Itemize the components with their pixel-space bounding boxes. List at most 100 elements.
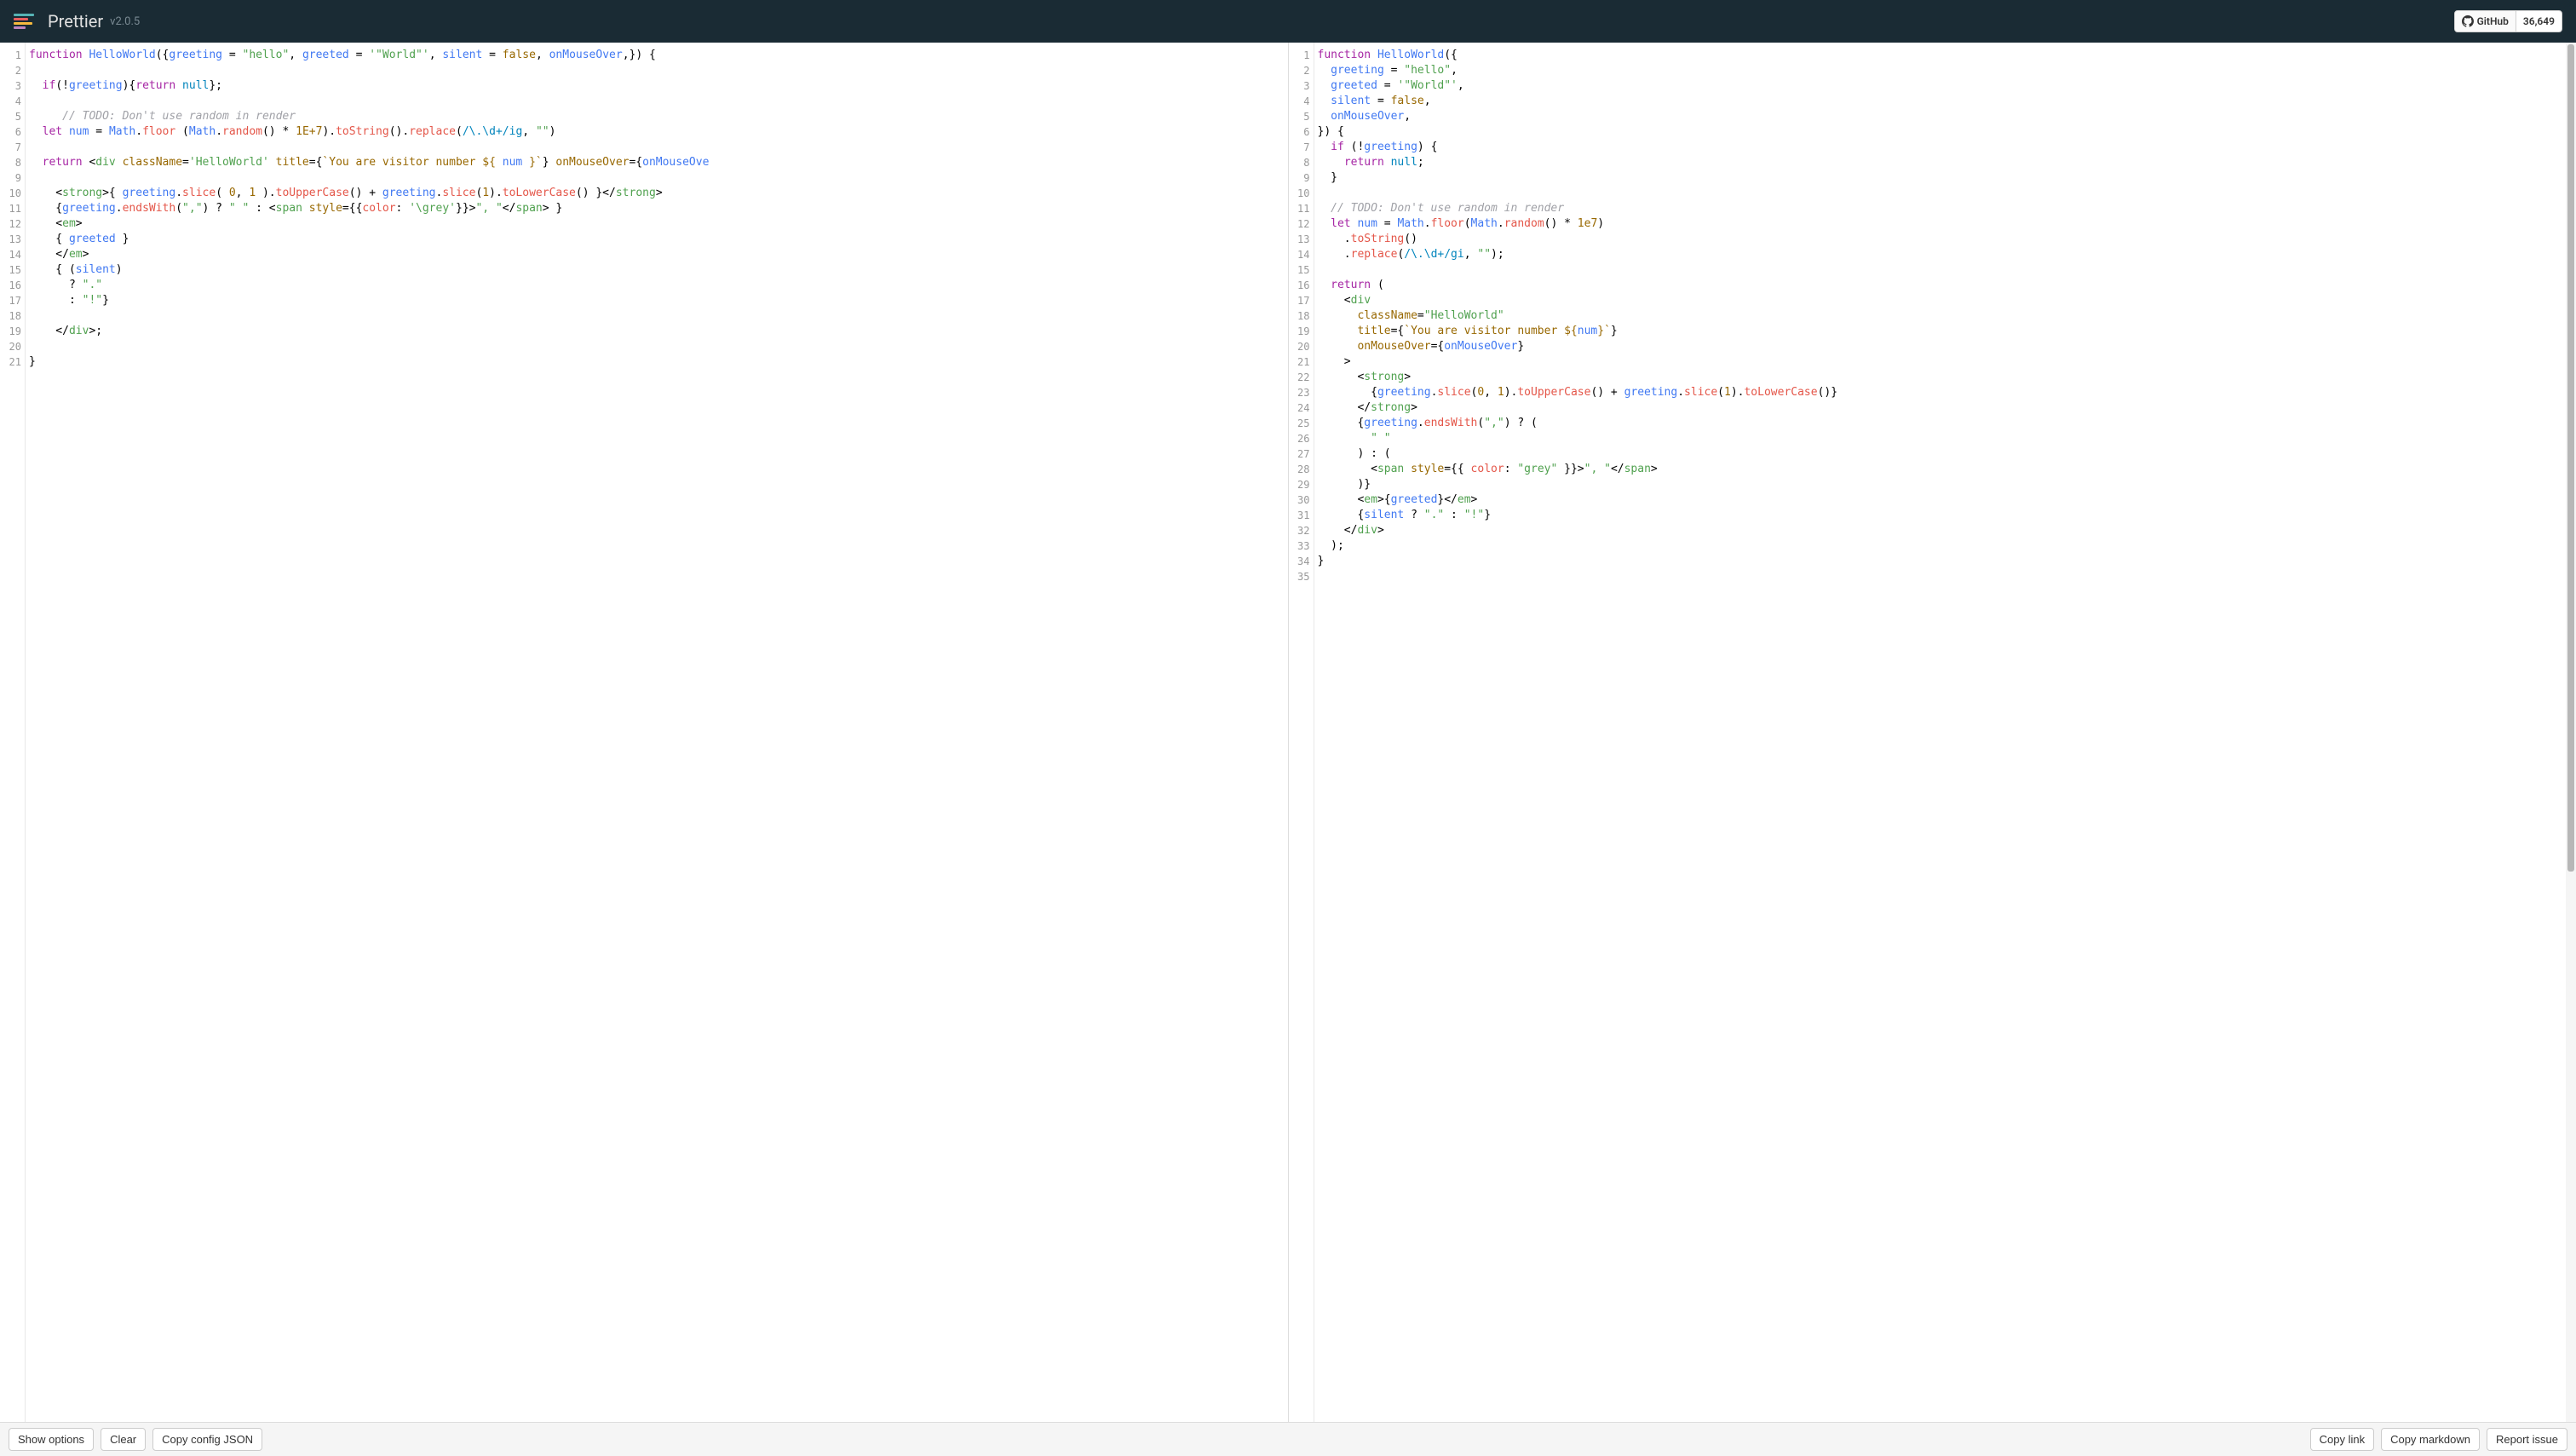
- line-number: 18: [1289, 308, 1314, 324]
- line-number: 7: [1289, 140, 1314, 155]
- code-line: { greeted }: [29, 232, 1285, 247]
- code-line: return (: [1318, 278, 2563, 293]
- line-number: 9: [0, 170, 25, 186]
- code-line: .replace(/\.\d+/gi, "");: [1318, 247, 2563, 262]
- code-line: <strong>{ greeting.slice( 0, 1 ).toUpper…: [29, 186, 1285, 201]
- line-number: 20: [0, 339, 25, 354]
- line-number: 24: [1289, 400, 1314, 416]
- line-number: 27: [1289, 446, 1314, 462]
- code-line: return <div className='HelloWorld' title…: [29, 155, 1285, 170]
- input-gutter: 123456789101112131415161718192021: [0, 43, 26, 1422]
- code-line: // TODO: Don't use random in render: [29, 109, 1285, 124]
- code-line: >: [1318, 354, 2563, 370]
- line-number: 31: [1289, 508, 1314, 523]
- line-number: 15: [1289, 262, 1314, 278]
- line-number: 7: [0, 140, 25, 155]
- copy-link-button[interactable]: Copy link: [2310, 1428, 2374, 1451]
- code-line: <span style={{ color: "grey" }}>", "</sp…: [1318, 462, 2563, 477]
- code-line: <div: [1318, 293, 2563, 308]
- code-line: [29, 170, 1285, 186]
- line-number: 3: [0, 78, 25, 94]
- code-line: if (!greeting) {: [1318, 140, 2563, 155]
- line-number: 17: [0, 293, 25, 308]
- show-options-button[interactable]: Show options: [9, 1428, 94, 1451]
- line-number: 16: [1289, 278, 1314, 293]
- code-line: {greeting.endsWith(",") ? (: [1318, 416, 2563, 431]
- input-code-editor[interactable]: function HelloWorld({greeting = "hello",…: [26, 43, 1288, 1422]
- line-number: 14: [1289, 247, 1314, 262]
- github-star-button[interactable]: GitHub 36,649: [2454, 10, 2562, 32]
- line-number: 19: [1289, 324, 1314, 339]
- line-number: 12: [0, 216, 25, 232]
- line-number: 33: [1289, 538, 1314, 554]
- output-gutter: 1234567891011121314151617181920212223242…: [1289, 43, 1314, 1422]
- code-line: let num = Math.floor (Math.random() * 1E…: [29, 124, 1285, 140]
- code-line: </div>;: [29, 324, 1285, 339]
- code-line: <strong>: [1318, 370, 2563, 385]
- code-line: if(!greeting){return null};: [29, 78, 1285, 94]
- copy-markdown-button[interactable]: Copy markdown: [2381, 1428, 2480, 1451]
- line-number: 8: [1289, 155, 1314, 170]
- code-line: title={`You are visitor number ${num}`}: [1318, 324, 2563, 339]
- code-line: [1318, 569, 2563, 584]
- code-line: className="HelloWorld": [1318, 308, 2563, 324]
- line-number: 16: [0, 278, 25, 293]
- line-number: 20: [1289, 339, 1314, 354]
- line-number: 4: [1289, 94, 1314, 109]
- code-line: }) {: [1318, 124, 2563, 140]
- output-code-view[interactable]: function HelloWorld({ greeting = "hello"…: [1314, 43, 2567, 1422]
- code-line: [29, 140, 1285, 155]
- line-number: 3: [1289, 78, 1314, 94]
- scrollbar-thumb[interactable]: [2567, 44, 2574, 872]
- code-line: [29, 308, 1285, 324]
- line-number: 2: [0, 63, 25, 78]
- code-line: }: [1318, 170, 2563, 186]
- line-number: 35: [1289, 569, 1314, 584]
- code-line: {silent ? "." : "!"}: [1318, 508, 2563, 523]
- code-line: greeting = "hello",: [1318, 63, 2563, 78]
- line-number: 34: [1289, 554, 1314, 569]
- code-line: <em>: [29, 216, 1285, 232]
- code-line: <em>{greeted}</em>: [1318, 492, 2563, 508]
- code-line: { (silent): [29, 262, 1285, 278]
- line-number: 11: [0, 201, 25, 216]
- line-number: 14: [0, 247, 25, 262]
- line-number: 25: [1289, 416, 1314, 431]
- code-line: </em>: [29, 247, 1285, 262]
- code-line: silent = false,: [1318, 94, 2563, 109]
- code-line: [29, 339, 1285, 354]
- main-split: 123456789101112131415161718192021 functi…: [0, 43, 2576, 1422]
- line-number: 13: [0, 232, 25, 247]
- copy-config-button[interactable]: Copy config JSON: [152, 1428, 262, 1451]
- line-number: 21: [0, 354, 25, 370]
- code-line: .toString(): [1318, 232, 2563, 247]
- line-number: 17: [1289, 293, 1314, 308]
- line-number: 2: [1289, 63, 1314, 78]
- output-scrollbar[interactable]: [2566, 43, 2576, 1422]
- line-number: 21: [1289, 354, 1314, 370]
- input-editor-pane: 123456789101112131415161718192021 functi…: [0, 43, 1289, 1422]
- line-number: 19: [0, 324, 25, 339]
- line-number: 6: [0, 124, 25, 140]
- app-title: Prettier: [48, 11, 103, 32]
- report-issue-button[interactable]: Report issue: [2487, 1428, 2567, 1451]
- line-number: 30: [1289, 492, 1314, 508]
- line-number: 1: [0, 48, 25, 63]
- line-number: 22: [1289, 370, 1314, 385]
- code-line: {greeting.endsWith(",") ? " " : <span st…: [29, 201, 1285, 216]
- line-number: 26: [1289, 431, 1314, 446]
- github-stars-count: 36,649: [2516, 11, 2562, 32]
- line-number: 13: [1289, 232, 1314, 247]
- code-line: let num = Math.floor(Math.random() * 1e7…: [1318, 216, 2563, 232]
- code-line: ) : (: [1318, 446, 2563, 462]
- line-number: 4: [0, 94, 25, 109]
- code-line: {greeting.slice(0, 1).toUpperCase() + gr…: [1318, 385, 2563, 400]
- line-number: 12: [1289, 216, 1314, 232]
- app-version: v2.0.5: [110, 15, 140, 28]
- header: Prettier v2.0.5 GitHub 36,649: [0, 0, 2576, 43]
- clear-button[interactable]: Clear: [101, 1428, 146, 1451]
- code-line: " ": [1318, 431, 2563, 446]
- code-line: }: [29, 354, 1285, 370]
- code-line: onMouseOver={onMouseOver}: [1318, 339, 2563, 354]
- line-number: 10: [0, 186, 25, 201]
